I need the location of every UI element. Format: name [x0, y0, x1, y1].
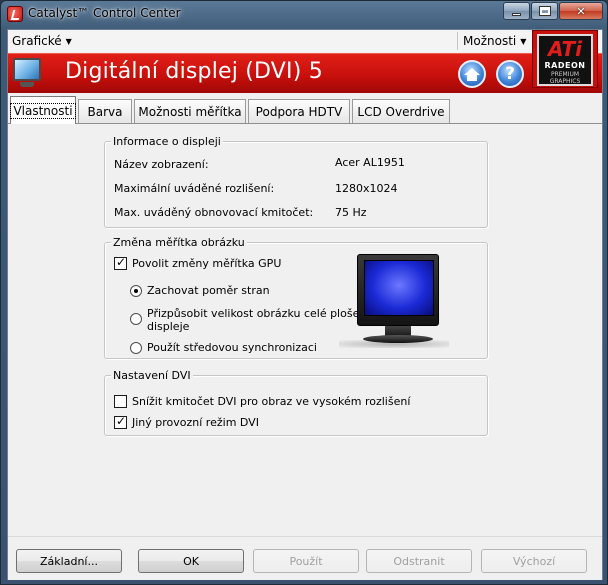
page-title: Digitální displej (DVI) 5 [65, 59, 323, 84]
max-refresh-value: 75 Hz [335, 206, 367, 219]
menu-separator [457, 32, 458, 50]
chevron-down-icon: ▼ [65, 37, 72, 46]
image-scaling-group: Změna měřítka obrázku Povolit změny měří… [104, 236, 488, 359]
max-resolution-value: 1280x1024 [335, 182, 398, 195]
home-button[interactable] [458, 60, 486, 88]
help-icon: ? [505, 64, 515, 84]
logo-product: RADEON [544, 61, 586, 70]
fit-full-screen-radio[interactable]: Přizpůsobit velikost obrázku celé ploše d… [130, 307, 359, 333]
menu-options-label: Možnosti [463, 34, 517, 48]
display-name-label: Název zobrazení: [114, 158, 209, 171]
centered-timing-label: Použít středovou synchronizaci [147, 341, 317, 354]
tab-scaling-options[interactable]: Možnosti měřítka [134, 99, 246, 123]
radio-circle[interactable] [130, 284, 142, 297]
logo-brand: ATi [547, 37, 583, 61]
minimize-button[interactable] [503, 2, 530, 20]
reduce-dvi-frequency-label: Snížit kmitočet DVI pro obraz ve vysokém… [132, 395, 411, 408]
display-info-group: Informace o displeji Název zobrazení: Ac… [104, 135, 488, 228]
menu-options[interactable]: Možnosti ▼ [463, 34, 526, 48]
application-window: Catalyst™ Control Center ✕ Grafické ▼ Mož… [0, 0, 608, 585]
title-bar[interactable]: Catalyst™ Control Center ✕ [1, 1, 607, 27]
close-icon: ✕ [576, 4, 586, 18]
dvi-settings-title: Nastavení DVI [111, 369, 193, 382]
tab-hdtv-support[interactable]: Podpora HDTV [248, 99, 350, 123]
home-icon [464, 67, 480, 81]
apply-button[interactable]: Použít [253, 549, 359, 573]
logo-subtitle: PREMIUM GRAPHICS [549, 71, 581, 85]
client-area: Grafické ▼ Možnosti ▼ Digitální displej (D… [7, 29, 603, 580]
menu-graphics[interactable]: Grafické ▼ [12, 34, 72, 48]
menu-bar: Grafické ▼ Možnosti ▼ [8, 30, 602, 52]
display-name-value: Acer AL1951 [335, 156, 405, 169]
checkbox-box[interactable] [114, 255, 127, 270]
window-controls: ✕ [502, 2, 603, 20]
monitor-preview-image [339, 254, 449, 350]
radio-circle[interactable] [130, 341, 142, 354]
enable-gpu-scaling-checkbox[interactable]: Povolit změny měřítka GPU [114, 255, 282, 270]
centered-timing-radio[interactable]: Použít středovou synchronizaci [130, 341, 317, 354]
menu-graphics-label: Grafické [12, 34, 62, 48]
display-monitor-icon [12, 57, 42, 89]
close-button[interactable]: ✕ [559, 2, 603, 20]
minimize-icon [512, 12, 521, 16]
alternate-dvi-mode-label: Jiný provozní režim DVI [132, 416, 259, 429]
discard-button[interactable]: Odstranit [366, 549, 472, 573]
enable-gpu-scaling-label: Povolit změny měřítka GPU [132, 257, 282, 270]
reduce-dvi-frequency-checkbox[interactable]: Snížit kmitočet DVI pro obraz ve vysokém… [114, 395, 410, 408]
alternate-dvi-mode-checkbox[interactable]: Jiný provozní režim DVI [114, 414, 259, 429]
max-resolution-label: Maximální uváděné rozlišení: [114, 182, 275, 195]
basic-button[interactable]: Základní... [16, 549, 122, 573]
tab-color[interactable]: Barva [78, 99, 132, 123]
tab-properties[interactable]: Vlastnosti [10, 96, 76, 124]
image-scaling-title: Změna měřítka obrázku [111, 236, 247, 249]
maximize-button[interactable] [531, 2, 558, 20]
catalyst-app-icon[interactable] [7, 6, 23, 22]
checkbox-box[interactable] [114, 414, 127, 429]
tab-lcd-overdrive[interactable]: LCD Overdrive [352, 99, 450, 123]
window-title: Catalyst™ Control Center [28, 6, 181, 20]
tab-strip: Vlastnosti Barva Možnosti měřítka Podpor… [8, 96, 602, 124]
dvi-settings-group: Nastavení DVI Snížit kmitočet DVI pro ob… [104, 369, 488, 436]
page-header: Digitální displej (DVI) 5 ? [8, 53, 602, 93]
help-button[interactable]: ? [496, 60, 524, 88]
ati-radeon-logo: ATi RADEON PREMIUM GRAPHICS [532, 30, 598, 88]
properties-page: Informace o displeji Název zobrazení: Ac… [8, 124, 602, 536]
keep-aspect-ratio-label: Zachovat poměr stran [147, 284, 270, 297]
max-refresh-label: Max. uváděný obnovovací kmitočet: [114, 206, 314, 219]
chevron-down-icon: ▼ [520, 37, 527, 46]
maximize-icon [538, 6, 551, 16]
fit-full-screen-label: Přizpůsobit velikost obrázku celé ploše d… [147, 307, 360, 333]
checkbox-box[interactable] [114, 395, 127, 408]
bottom-button-bar: Základní... OK Použít Odstranit Výchozí [8, 536, 602, 580]
display-info-title: Informace o displeji [111, 135, 223, 148]
keep-aspect-ratio-radio[interactable]: Zachovat poměr stran [130, 284, 270, 297]
defaults-button[interactable]: Výchozí [481, 549, 587, 573]
radio-circle[interactable] [130, 313, 142, 325]
ok-button[interactable]: OK [138, 549, 244, 573]
